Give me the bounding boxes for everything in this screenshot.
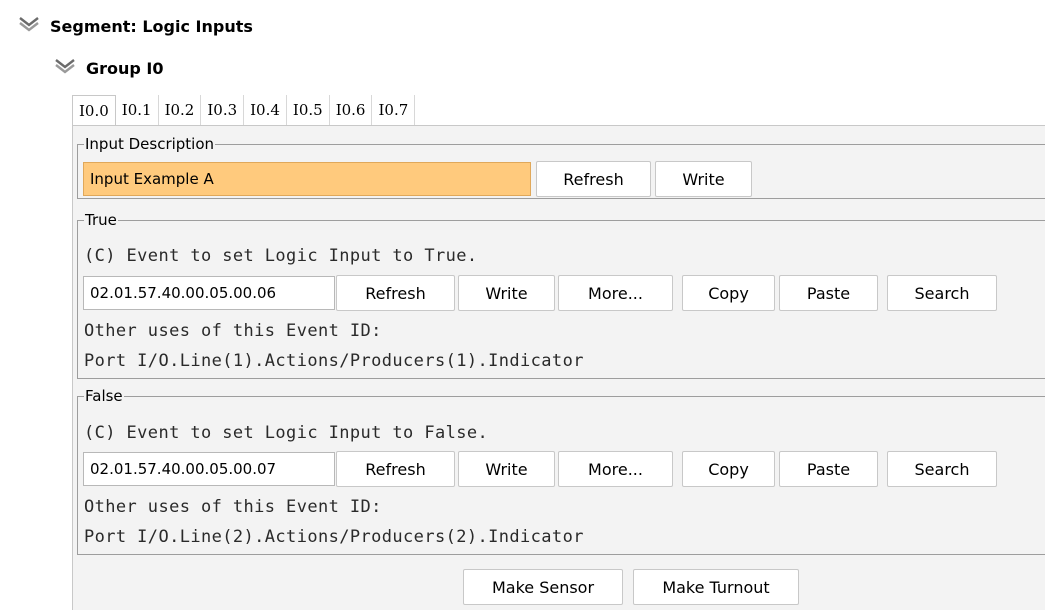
tab-i0-4[interactable]: I0.4 bbox=[244, 95, 287, 125]
false-event-id-field[interactable] bbox=[83, 452, 335, 486]
true-search-button[interactable]: Search bbox=[887, 275, 997, 311]
true-other-uses-label: Other uses of this Event ID: bbox=[84, 321, 382, 341]
true-copy-button[interactable]: Copy bbox=[682, 275, 775, 311]
double-chevron-down-icon[interactable] bbox=[54, 58, 76, 74]
tab-bar: I0.0 I0.1 I0.2 I0.3 I0.4 I0.5 I0.6 I0.7 bbox=[72, 95, 416, 126]
input-description-field[interactable] bbox=[83, 162, 531, 196]
true-paste-button[interactable]: Paste bbox=[779, 275, 878, 311]
false-search-button[interactable]: Search bbox=[887, 451, 997, 487]
segment-title: Segment: Logic Inputs bbox=[50, 17, 253, 36]
double-chevron-down-icon[interactable] bbox=[18, 16, 40, 32]
tab-i0-1[interactable]: I0.1 bbox=[116, 95, 159, 125]
false-description: (C) Event to set Logic Input to False. bbox=[84, 423, 489, 443]
true-write-button[interactable]: Write bbox=[458, 275, 555, 311]
make-sensor-button[interactable]: Make Sensor bbox=[463, 569, 623, 605]
false-more-button[interactable]: More... bbox=[558, 451, 673, 487]
description-refresh-button[interactable]: Refresh bbox=[536, 161, 651, 197]
true-more-button[interactable]: More... bbox=[558, 275, 673, 311]
true-legend: True bbox=[85, 211, 117, 229]
false-paste-button[interactable]: Paste bbox=[779, 451, 878, 487]
tab-i0-2[interactable]: I0.2 bbox=[159, 95, 202, 125]
false-copy-button[interactable]: Copy bbox=[682, 451, 775, 487]
true-other-uses-value: Port I/O.Line(1).Actions/Producers(1).In… bbox=[84, 351, 584, 371]
true-description: (C) Event to set Logic Input to True. bbox=[84, 246, 478, 266]
false-refresh-button[interactable]: Refresh bbox=[336, 451, 455, 487]
group-title: Group I0 bbox=[86, 59, 164, 78]
true-event-id-field[interactable] bbox=[83, 276, 335, 310]
tab-i0-3[interactable]: I0.3 bbox=[201, 95, 245, 125]
description-write-button[interactable]: Write bbox=[655, 161, 752, 197]
false-legend: False bbox=[85, 387, 123, 405]
tab-i0-5[interactable]: I0.5 bbox=[287, 95, 330, 125]
make-turnout-button[interactable]: Make Turnout bbox=[633, 569, 799, 605]
input-description-legend: Input Description bbox=[85, 135, 215, 153]
true-refresh-button[interactable]: Refresh bbox=[336, 275, 455, 311]
tab-content-panel: Input Description Refresh Write True (C)… bbox=[72, 125, 1045, 610]
false-other-uses-label: Other uses of this Event ID: bbox=[84, 497, 382, 517]
tab-i0-6[interactable]: I0.6 bbox=[330, 95, 373, 125]
tab-i0-0[interactable]: I0.0 bbox=[72, 95, 116, 126]
false-write-button[interactable]: Write bbox=[458, 451, 555, 487]
false-other-uses-value: Port I/O.Line(2).Actions/Producers(2).In… bbox=[84, 527, 584, 547]
tab-i0-7[interactable]: I0.7 bbox=[372, 95, 416, 125]
